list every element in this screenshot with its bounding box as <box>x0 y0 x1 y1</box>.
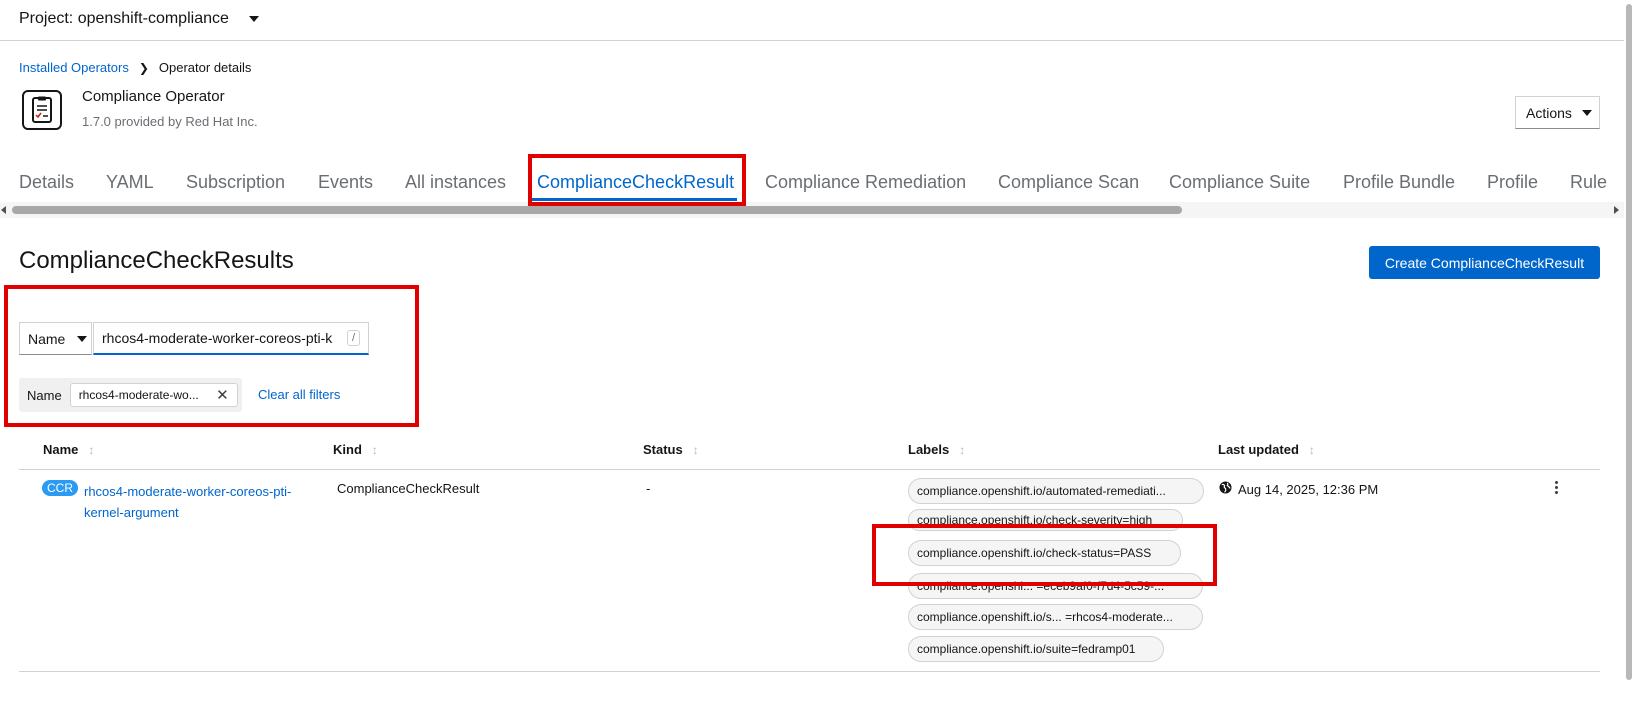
scroll-left-icon[interactable] <box>1 206 6 214</box>
tab-profile-bundle[interactable]: Profile Bundle <box>1343 172 1455 193</box>
caret-down-icon <box>1581 109 1592 116</box>
project-selector[interactable]: Project: openshift-compliance <box>19 10 260 28</box>
name-filter-input[interactable]: rhcos4-moderate-worker-coreos-pti-k / <box>93 322 369 355</box>
breadcrumb-installed-operators[interactable]: Installed Operators <box>19 60 129 75</box>
tab-all-instances[interactable]: All instances <box>405 172 506 193</box>
sort-icon: ↕ <box>692 442 699 457</box>
shortcut-hint: / <box>346 330 360 346</box>
operator-subtitle: 1.7.0 provided by Red Hat Inc. <box>82 114 258 129</box>
tab-details[interactable]: Details <box>19 172 74 193</box>
label-chip[interactable]: compliance.openshift.io/check-status=PAS… <box>908 540 1181 566</box>
column-label: Status <box>643 442 683 457</box>
column-header-last-updated[interactable]: Last updated ↕ <box>1218 442 1315 457</box>
label-chip[interactable]: compliance.openshift.io/suite=fedramp01 <box>908 636 1164 662</box>
filter-type-select[interactable]: Name <box>19 322 92 355</box>
tab-yaml[interactable]: YAML <box>106 172 154 193</box>
column-label: Name <box>43 442 79 457</box>
project-label: Project: openshift-compliance <box>19 10 229 27</box>
column-label: Labels <box>908 442 950 457</box>
sort-icon: ↕ <box>88 442 95 457</box>
chevron-right-icon: ❯ <box>138 60 149 75</box>
chip-category: Name <box>27 387 62 403</box>
operator-logo-icon <box>22 90 62 130</box>
column-label: Kind <box>333 442 362 457</box>
column-header-name[interactable]: Name ↕ <box>43 442 94 457</box>
row-divider <box>19 671 1600 672</box>
tabs-horizontal-scrollbar[interactable] <box>0 202 1624 218</box>
column-header-labels[interactable]: Labels ↕ <box>908 442 965 457</box>
label-chip[interactable]: compliance.openshift.io/s... =rhcos4-mod… <box>908 604 1203 630</box>
caret-down-icon <box>77 335 88 342</box>
column-header-status[interactable]: Status ↕ <box>643 442 699 457</box>
row-kebab-menu-icon[interactable] <box>1549 481 1563 494</box>
column-header-kind[interactable]: Kind ↕ <box>333 442 378 457</box>
tab-subscription[interactable]: Subscription <box>186 172 285 193</box>
globe-icon <box>1219 481 1232 497</box>
tab-compliancecheckresult[interactable]: ComplianceCheckResult <box>537 172 734 193</box>
filter-type-label: Name <box>28 330 66 347</box>
header-divider <box>19 469 1600 470</box>
actions-dropdown[interactable]: Actions <box>1515 96 1600 129</box>
scrollbar-thumb[interactable] <box>12 206 1182 214</box>
status-cell: - <box>646 481 651 496</box>
page-scrollbar[interactable] <box>1624 0 1636 728</box>
last-updated-value: Aug 14, 2025, 12:36 PM <box>1238 481 1379 497</box>
label-chip[interactable]: compliance.openshift.io/automated-remedi… <box>908 478 1204 504</box>
project-bar: Project: openshift-compliance <box>0 0 1624 41</box>
caret-down-icon <box>249 15 260 22</box>
tab-compliance-scan[interactable]: Compliance Scan <box>998 172 1139 193</box>
sort-icon: ↕ <box>959 442 966 457</box>
create-compliancecheckresult-button[interactable]: Create ComplianceCheckResult <box>1369 246 1600 279</box>
scroll-right-icon[interactable] <box>1614 206 1619 214</box>
column-label: Last updated <box>1218 442 1299 457</box>
tab-compliance-suite[interactable]: Compliance Suite <box>1169 172 1310 193</box>
sort-icon: ↕ <box>1308 442 1315 457</box>
last-updated-cell: Aug 14, 2025, 12:36 PM <box>1219 481 1378 497</box>
tab-compliance-remediation[interactable]: Compliance Remediation <box>765 172 966 193</box>
active-tab-indicator <box>532 198 737 201</box>
resource-name-link[interactable]: rhcos4-moderate-worker-coreos-pti-kernel… <box>84 481 324 523</box>
tab-bar: Details YAML Subscription Events All ins… <box>0 158 1624 203</box>
tab-events[interactable]: Events <box>318 172 373 193</box>
tab-rule[interactable]: Rule <box>1570 172 1607 193</box>
resource-badge: CCR <box>42 480 78 496</box>
kind-cell: ComplianceCheckResult <box>337 481 480 496</box>
tab-profile[interactable]: Profile <box>1487 172 1538 193</box>
filter-chip: rhcos4-moderate-wo... ✕ <box>69 383 238 407</box>
close-icon[interactable]: ✕ <box>216 386 229 404</box>
label-chip[interactable]: compliance.openshift.io/check-severity=h… <box>908 509 1183 531</box>
label-chip[interactable]: compliance.openshi... =eceb9af0-f7d4-5c5… <box>908 573 1203 599</box>
sort-icon: ↕ <box>371 442 378 457</box>
breadcrumb: Installed Operators ❯ Operator details <box>19 60 251 75</box>
page-title: ComplianceCheckResults <box>19 247 294 274</box>
operator-title: Compliance Operator <box>82 88 225 105</box>
filter-chip-group: Name rhcos4-moderate-wo... ✕ <box>19 378 242 412</box>
clear-all-filters-link[interactable]: Clear all filters <box>258 387 340 402</box>
actions-label: Actions <box>1526 104 1572 121</box>
breadcrumb-current: Operator details <box>158 60 252 75</box>
filter-input-value: rhcos4-moderate-worker-coreos-pti-k <box>102 330 333 346</box>
chip-value: rhcos4-moderate-wo... <box>78 388 199 402</box>
